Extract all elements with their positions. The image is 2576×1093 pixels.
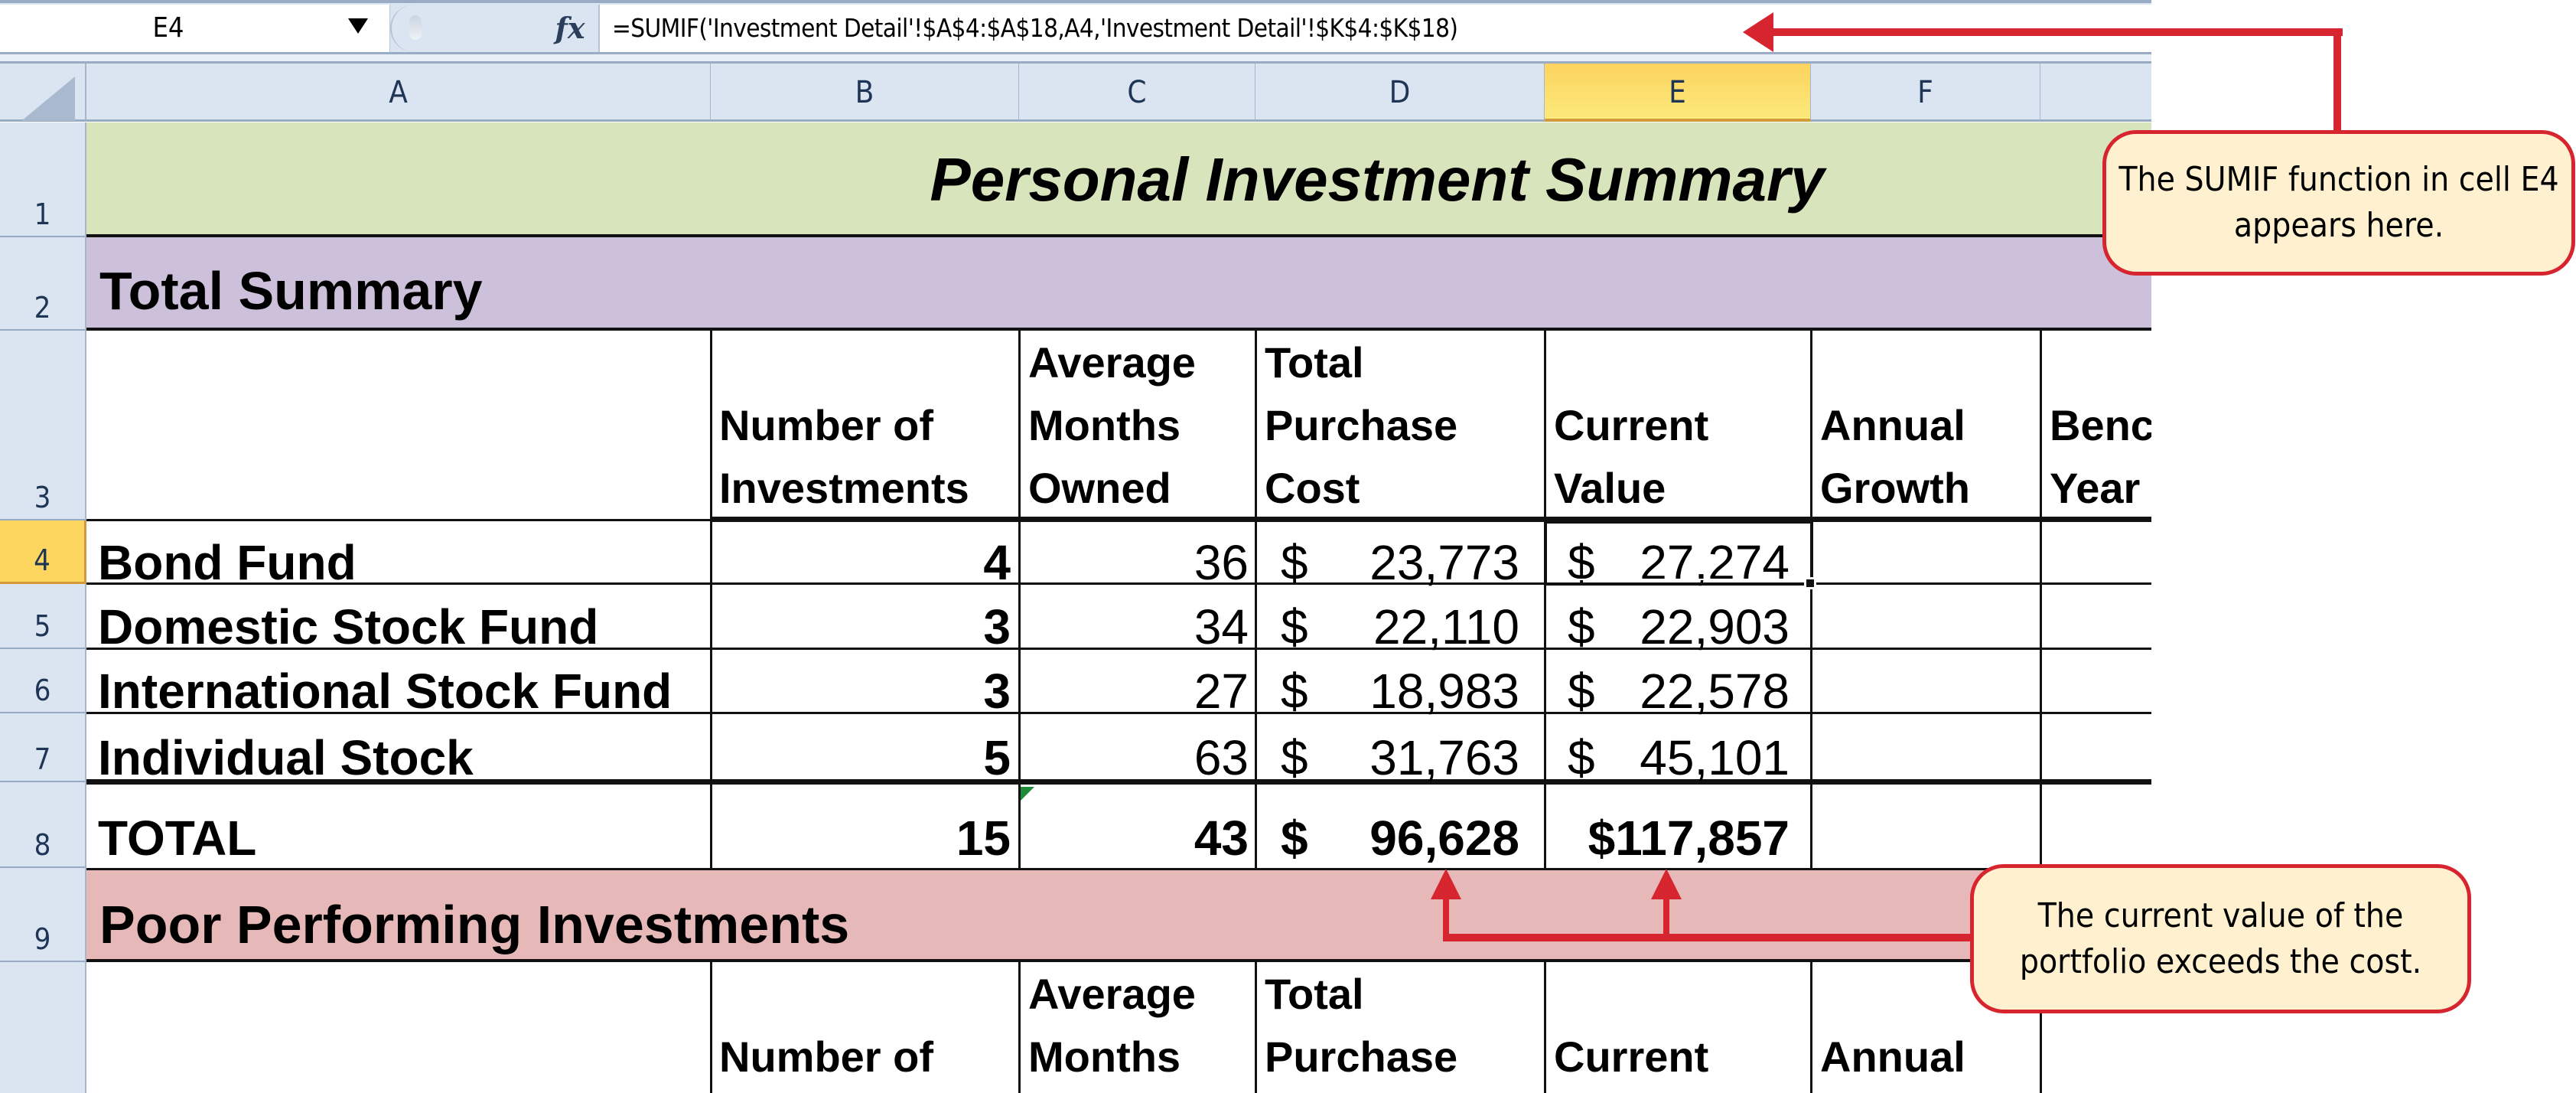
row-header-5[interactable]: 5 — [0, 584, 86, 649]
gridline — [710, 962, 712, 1093]
purchase-cost[interactable]: 31,763 — [1255, 733, 1519, 782]
callout-connector — [1663, 896, 1669, 938]
average-months[interactable]: 27 — [1019, 667, 1249, 716]
header-current[interactable]: Current — [1554, 1026, 1810, 1088]
arrowhead-up-icon — [1651, 869, 1682, 899]
header-total-purchase-cost[interactable]: Total Purchase Cost — [1265, 331, 1544, 520]
gridline — [86, 519, 711, 521]
average-months[interactable]: 63 — [1019, 733, 1249, 782]
row-number: 8 — [34, 828, 51, 862]
row-number: 6 — [34, 674, 51, 707]
column-header-f[interactable]: F — [1811, 64, 2040, 122]
row-number: 3 — [34, 481, 51, 514]
total-value[interactable]: $117,857 — [1545, 814, 1790, 863]
row-header-6[interactable]: 6 — [0, 649, 86, 713]
row-number: 4 — [34, 543, 50, 577]
total-count[interactable]: 15 — [711, 814, 1011, 863]
row-number: 5 — [34, 609, 51, 643]
insert-function-icon[interactable]: fx — [547, 5, 593, 52]
investment-count[interactable]: 3 — [711, 602, 1011, 651]
row-header-1[interactable]: 1 — [0, 122, 86, 237]
name-box-value[interactable]: E4 — [0, 5, 337, 52]
callout-portfolio: The current value of the portfolio excee… — [1970, 864, 2471, 1013]
row-number: 7 — [34, 742, 51, 776]
callout-connector — [1767, 28, 2343, 36]
header-number-of[interactable]: Number of — [719, 1026, 1018, 1088]
row-number: 9 — [34, 922, 51, 956]
row-header-8[interactable]: 8 — [0, 782, 86, 868]
row-number: 2 — [34, 291, 51, 325]
gridline — [1018, 962, 1021, 1093]
purchase-cost[interactable]: 23,773 — [1255, 538, 1519, 587]
header-annual[interactable]: Annual — [1820, 1026, 2040, 1088]
header-average-months[interactable]: Average Months — [1028, 963, 1254, 1088]
investment-name[interactable]: International Stock Fund — [98, 667, 672, 716]
formula-bar-bottom-edge — [0, 52, 2151, 64]
fill-handle[interactable] — [1804, 577, 1816, 589]
name-box-dropdown-icon[interactable] — [348, 18, 368, 34]
gridline — [1810, 331, 1812, 868]
sheet-title[interactable]: Personal Investment Summary — [842, 138, 1913, 222]
resize-handle[interactable] — [409, 15, 422, 40]
total-cost[interactable]: 96,628 — [1255, 814, 1519, 863]
header-number-of-investments[interactable]: Number of Investments — [719, 394, 1018, 520]
column-header-c[interactable]: C — [1019, 64, 1255, 122]
header-annual-growth[interactable]: Annual Growth — [1820, 394, 2040, 520]
investment-name[interactable]: Domestic Stock Fund — [98, 602, 598, 651]
gridline — [1255, 962, 1257, 1093]
current-value[interactable]: 22,578 — [1545, 667, 1790, 716]
formula-text[interactable]: =SUMIF('Investment Detail'!$A$4:$A$18,A4… — [612, 5, 1458, 52]
investment-name[interactable]: Individual Stock — [98, 733, 474, 782]
investment-count[interactable]: 5 — [711, 733, 1011, 782]
column-header-e[interactable]: E — [1545, 64, 1811, 122]
purchase-cost[interactable]: 22,110 — [1255, 602, 1519, 651]
section-heading-poor-performing[interactable]: Poor Performing Investments — [99, 894, 849, 955]
row-header-7[interactable]: 7 — [0, 713, 86, 782]
row-number: 1 — [34, 197, 51, 231]
purchase-cost[interactable]: 18,983 — [1255, 667, 1519, 716]
section-heading-total-summary[interactable]: Total Summary — [99, 260, 483, 321]
current-value[interactable]: 22,903 — [1545, 602, 1790, 651]
callout-sumif: The SUMIF function in cell E4 appears he… — [2102, 130, 2575, 276]
row-header-2[interactable]: 2 — [0, 237, 86, 331]
select-all-triangle-icon — [21, 77, 75, 121]
gridline — [1544, 331, 1546, 868]
column-header-b[interactable]: B — [711, 64, 1019, 122]
callout-connector — [1443, 934, 1978, 941]
gridline — [1810, 962, 1812, 1093]
column-header-d[interactable]: D — [1255, 64, 1545, 122]
callout-connector — [2333, 28, 2341, 135]
total-label[interactable]: TOTAL — [98, 814, 256, 863]
arrowhead-up-icon — [1431, 869, 1461, 899]
error-indicator-icon[interactable] — [1021, 787, 1034, 801]
total-months[interactable]: 43 — [1019, 814, 1249, 863]
header-current-value[interactable]: Current Value — [1554, 394, 1810, 520]
gridline — [1544, 962, 1546, 1093]
row-header-10[interactable] — [0, 962, 86, 1093]
investment-count[interactable]: 3 — [711, 667, 1011, 716]
gridline — [1255, 331, 1257, 868]
header-total-purchase[interactable]: Total Purchase — [1265, 963, 1544, 1088]
average-months[interactable]: 34 — [1019, 602, 1249, 651]
column-header-a[interactable]: A — [86, 64, 711, 122]
row-header-3[interactable]: 3 — [0, 331, 86, 520]
current-value[interactable]: 45,101 — [1545, 733, 1790, 782]
investment-name[interactable]: Bond Fund — [98, 538, 357, 587]
average-months[interactable]: 36 — [1019, 538, 1249, 587]
active-cell-e4[interactable] — [1544, 520, 1813, 586]
row-header-4[interactable]: 4 — [0, 520, 86, 584]
column-header-g[interactable] — [2040, 64, 2151, 122]
header-benchmark-partial[interactable]: Benc Year — [2050, 394, 2151, 520]
investment-count[interactable]: 4 — [711, 538, 1011, 587]
row-header-9[interactable]: 9 — [0, 868, 86, 962]
header-average-months-owned[interactable]: Average Months Owned — [1028, 331, 1254, 520]
gridline — [710, 331, 712, 868]
